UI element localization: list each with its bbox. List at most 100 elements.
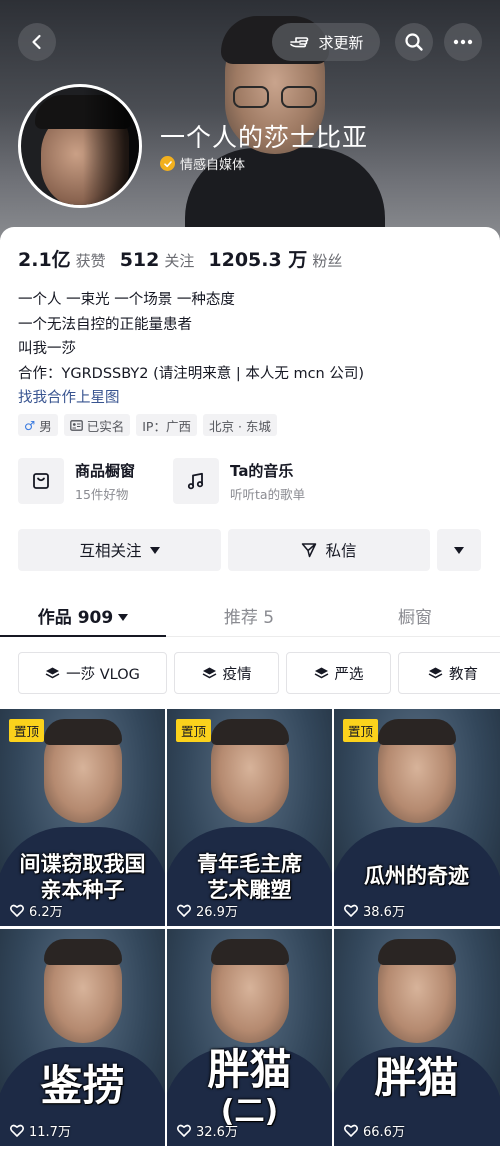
verification-text: 情感自媒体 bbox=[180, 158, 246, 173]
heart-icon bbox=[177, 1124, 191, 1137]
search-button[interactable] bbox=[395, 23, 433, 61]
location-tag: 北京 · 东城 bbox=[202, 414, 277, 436]
tab-recommend-label: 推荐 5 bbox=[223, 608, 275, 628]
tab-works[interactable]: 作品 909 bbox=[0, 603, 166, 628]
send-icon bbox=[302, 543, 317, 558]
caret-down-icon bbox=[454, 546, 464, 554]
mutual-follow-label: 互相关注 bbox=[79, 542, 142, 560]
like-count: 32.6万 bbox=[177, 1121, 238, 1140]
shop-window-subtitle: 15件好物 bbox=[75, 486, 129, 502]
tab-shop-window[interactable]: 橱窗 bbox=[332, 603, 498, 628]
id-card-icon bbox=[69, 419, 83, 431]
heart-icon bbox=[10, 904, 24, 917]
active-tab-indicator bbox=[0, 635, 166, 637]
heart-icon bbox=[344, 1124, 358, 1137]
video-caption: 间谍窃取我国 亲本种子 bbox=[0, 851, 165, 903]
like-count: 6.2万 bbox=[10, 901, 63, 920]
heart-icon bbox=[344, 904, 358, 917]
stat-following[interactable]: 512 关注 bbox=[120, 249, 195, 271]
collection-chip[interactable]: 教育 bbox=[398, 652, 500, 694]
avatar[interactable] bbox=[18, 84, 142, 208]
collection-chip-label: 教育 bbox=[449, 666, 478, 683]
video-caption: 瓜州的奇迹 bbox=[334, 863, 499, 889]
message-label: 私信 bbox=[325, 542, 357, 560]
collection-chip[interactable]: 一莎 VLOG bbox=[18, 652, 167, 694]
heart-icon bbox=[177, 904, 191, 917]
collection-chip[interactable]: 严选 bbox=[286, 652, 391, 694]
like-count: 38.6万 bbox=[344, 901, 405, 920]
video-caption-line: 胖猫 bbox=[207, 1045, 292, 1094]
video-caption: 胖猫 bbox=[334, 1055, 499, 1101]
video-caption-line: 鉴捞 bbox=[40, 1061, 125, 1110]
shop-window-title: 商品橱窗 bbox=[75, 461, 136, 480]
like-count-text: 26.9万 bbox=[196, 905, 238, 920]
like-count: 26.9万 bbox=[177, 901, 238, 920]
stat-followers[interactable]: 1205.3 万 粉丝 bbox=[208, 245, 342, 272]
caret-down-icon bbox=[118, 614, 129, 621]
pinned-badge: 置顶 bbox=[176, 719, 212, 742]
video-thumbnail[interactable]: 胖猫 (二) 32.6万 bbox=[167, 929, 332, 1146]
stat-following-label: 关注 bbox=[164, 252, 195, 270]
music-entry[interactable]: Ta的音乐 听听ta的歌单 bbox=[173, 458, 305, 504]
video-thumbnail[interactable]: 鉴捞 11.7万 bbox=[0, 929, 165, 1146]
request-update-button[interactable]: 求更新 bbox=[272, 23, 380, 61]
content-tabs: 作品 909 推荐 5 橱窗 bbox=[0, 595, 500, 637]
video-caption-line: 瓜州的奇迹 bbox=[364, 864, 469, 888]
bio-line: 叫我一莎 bbox=[18, 341, 76, 357]
male-icon: ♂ bbox=[24, 417, 36, 433]
video-caption-line: 亲本种子 bbox=[40, 878, 125, 902]
stat-likes-label: 获赞 bbox=[75, 252, 106, 270]
music-subtitle: 听听ta的歌单 bbox=[230, 486, 306, 502]
tab-recommend[interactable]: 推荐 5 bbox=[166, 603, 332, 628]
collection-chip-label: 一莎 VLOG bbox=[66, 666, 140, 683]
search-icon bbox=[405, 33, 423, 51]
verification-label: 情感自媒体 bbox=[160, 154, 245, 173]
layers-icon bbox=[428, 667, 443, 678]
collection-chip[interactable]: 疫情 bbox=[174, 652, 279, 694]
like-count-text: 32.6万 bbox=[196, 1125, 238, 1140]
video-caption-line: 艺术雕塑 bbox=[207, 878, 292, 902]
hand-point-icon bbox=[290, 37, 309, 48]
music-title: Ta的音乐 bbox=[230, 461, 294, 480]
ip-text: IP：广西 bbox=[142, 418, 191, 434]
video-caption: 青年毛主席 艺术雕塑 bbox=[167, 851, 332, 903]
profile-tags: ♂ 男 已实名 IP：广西 北京 · 东城 bbox=[18, 414, 277, 436]
bio-line: 合作：YGRDSSBY2 (请注明来意 | 本人无 mcn 公司) bbox=[18, 365, 365, 382]
mutual-follow-button[interactable]: 互相关注 bbox=[18, 529, 221, 571]
video-thumbnail[interactable]: 置顶 青年毛主席 艺术雕塑 26.9万 bbox=[167, 709, 332, 926]
back-button[interactable] bbox=[18, 23, 56, 61]
video-caption: 鉴捞 bbox=[0, 1063, 165, 1109]
video-caption-line: 青年毛主席 bbox=[197, 852, 302, 876]
stat-followers-label: 粉丝 bbox=[312, 252, 343, 270]
action-buttons: 互相关注 私信 bbox=[18, 529, 481, 571]
video-caption-line: 间谍窃取我国 bbox=[19, 852, 146, 876]
caret-down-icon bbox=[149, 546, 160, 554]
message-button[interactable]: 私信 bbox=[228, 529, 430, 571]
collection-chip-label: 疫情 bbox=[222, 666, 252, 683]
video-thumbnail[interactable]: 置顶 瓜州的奇迹 38.6万 bbox=[334, 709, 500, 926]
more-actions-button[interactable] bbox=[437, 529, 481, 571]
video-thumbnail[interactable]: 置顶 间谍窃取我国 亲本种子 6.2万 bbox=[0, 709, 165, 926]
layers-icon bbox=[45, 667, 60, 678]
verified-badge-icon bbox=[160, 156, 175, 171]
shortcuts: 商品橱窗 15件好物 Ta的音乐 听听ta的歌单 bbox=[18, 458, 305, 504]
gender-text: 男 bbox=[39, 418, 52, 434]
stat-likes[interactable]: 2.1亿 获赞 bbox=[18, 245, 106, 272]
more-options-button[interactable] bbox=[444, 23, 482, 61]
bio: 一个人 一束光 一个场景 一种态度 一个无法自控的正能量患者 叫我一莎 合作：Y… bbox=[18, 288, 364, 411]
collection-chip-label: 严选 bbox=[334, 666, 364, 683]
video-thumbnail[interactable]: 胖猫 66.6万 bbox=[334, 929, 500, 1146]
pinned-badge: 置顶 bbox=[9, 719, 45, 742]
like-count-text: 38.6万 bbox=[363, 905, 405, 920]
pinned-badge: 置顶 bbox=[343, 719, 379, 742]
video-grid: 置顶 间谍窃取我国 亲本种子 6.2万 置顶 青年毛主席 艺术雕塑 26.9万 bbox=[0, 709, 500, 1149]
chevron-left-icon bbox=[32, 34, 41, 50]
real-name-tag: 已实名 bbox=[63, 414, 131, 436]
cooperation-link[interactable]: 找我合作上星图 bbox=[18, 386, 364, 411]
like-count: 11.7万 bbox=[10, 1121, 71, 1140]
profile-nickname: 一个人的莎士比亚 bbox=[160, 123, 369, 152]
heart-icon bbox=[10, 1124, 24, 1137]
stats-row: 2.1亿 获赞 512 关注 1205.3 万 粉丝 bbox=[18, 245, 356, 272]
location-text: 北京 · 东城 bbox=[208, 418, 271, 434]
shop-window-entry[interactable]: 商品橱窗 15件好物 bbox=[18, 458, 135, 504]
